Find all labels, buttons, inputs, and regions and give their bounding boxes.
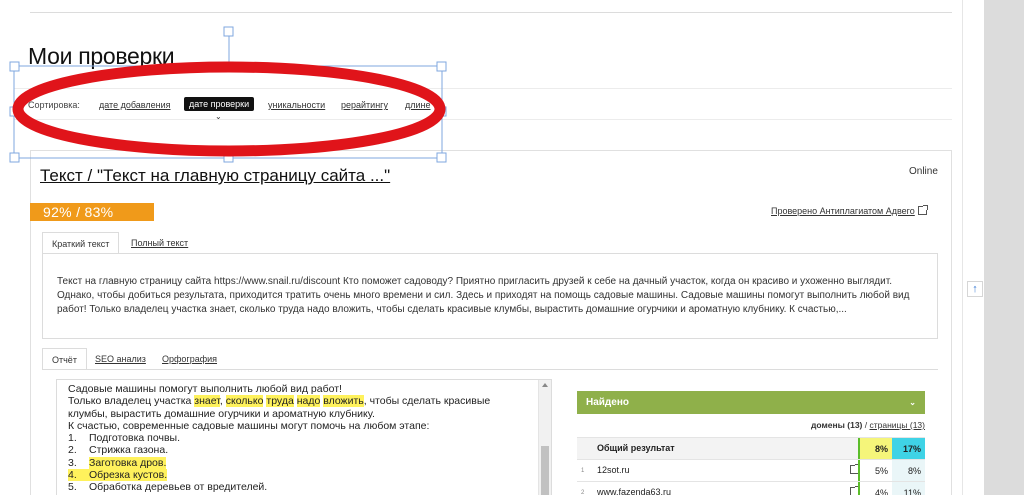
resize-handle: [9, 61, 20, 72]
red-highlight-ellipse: [12, 61, 446, 157]
resize-handle: [9, 152, 20, 163]
resize-handle: [436, 61, 447, 72]
annotation-overlay: [9, 26, 447, 163]
resize-handle: [436, 152, 447, 163]
rotate-handle: [223, 26, 234, 37]
